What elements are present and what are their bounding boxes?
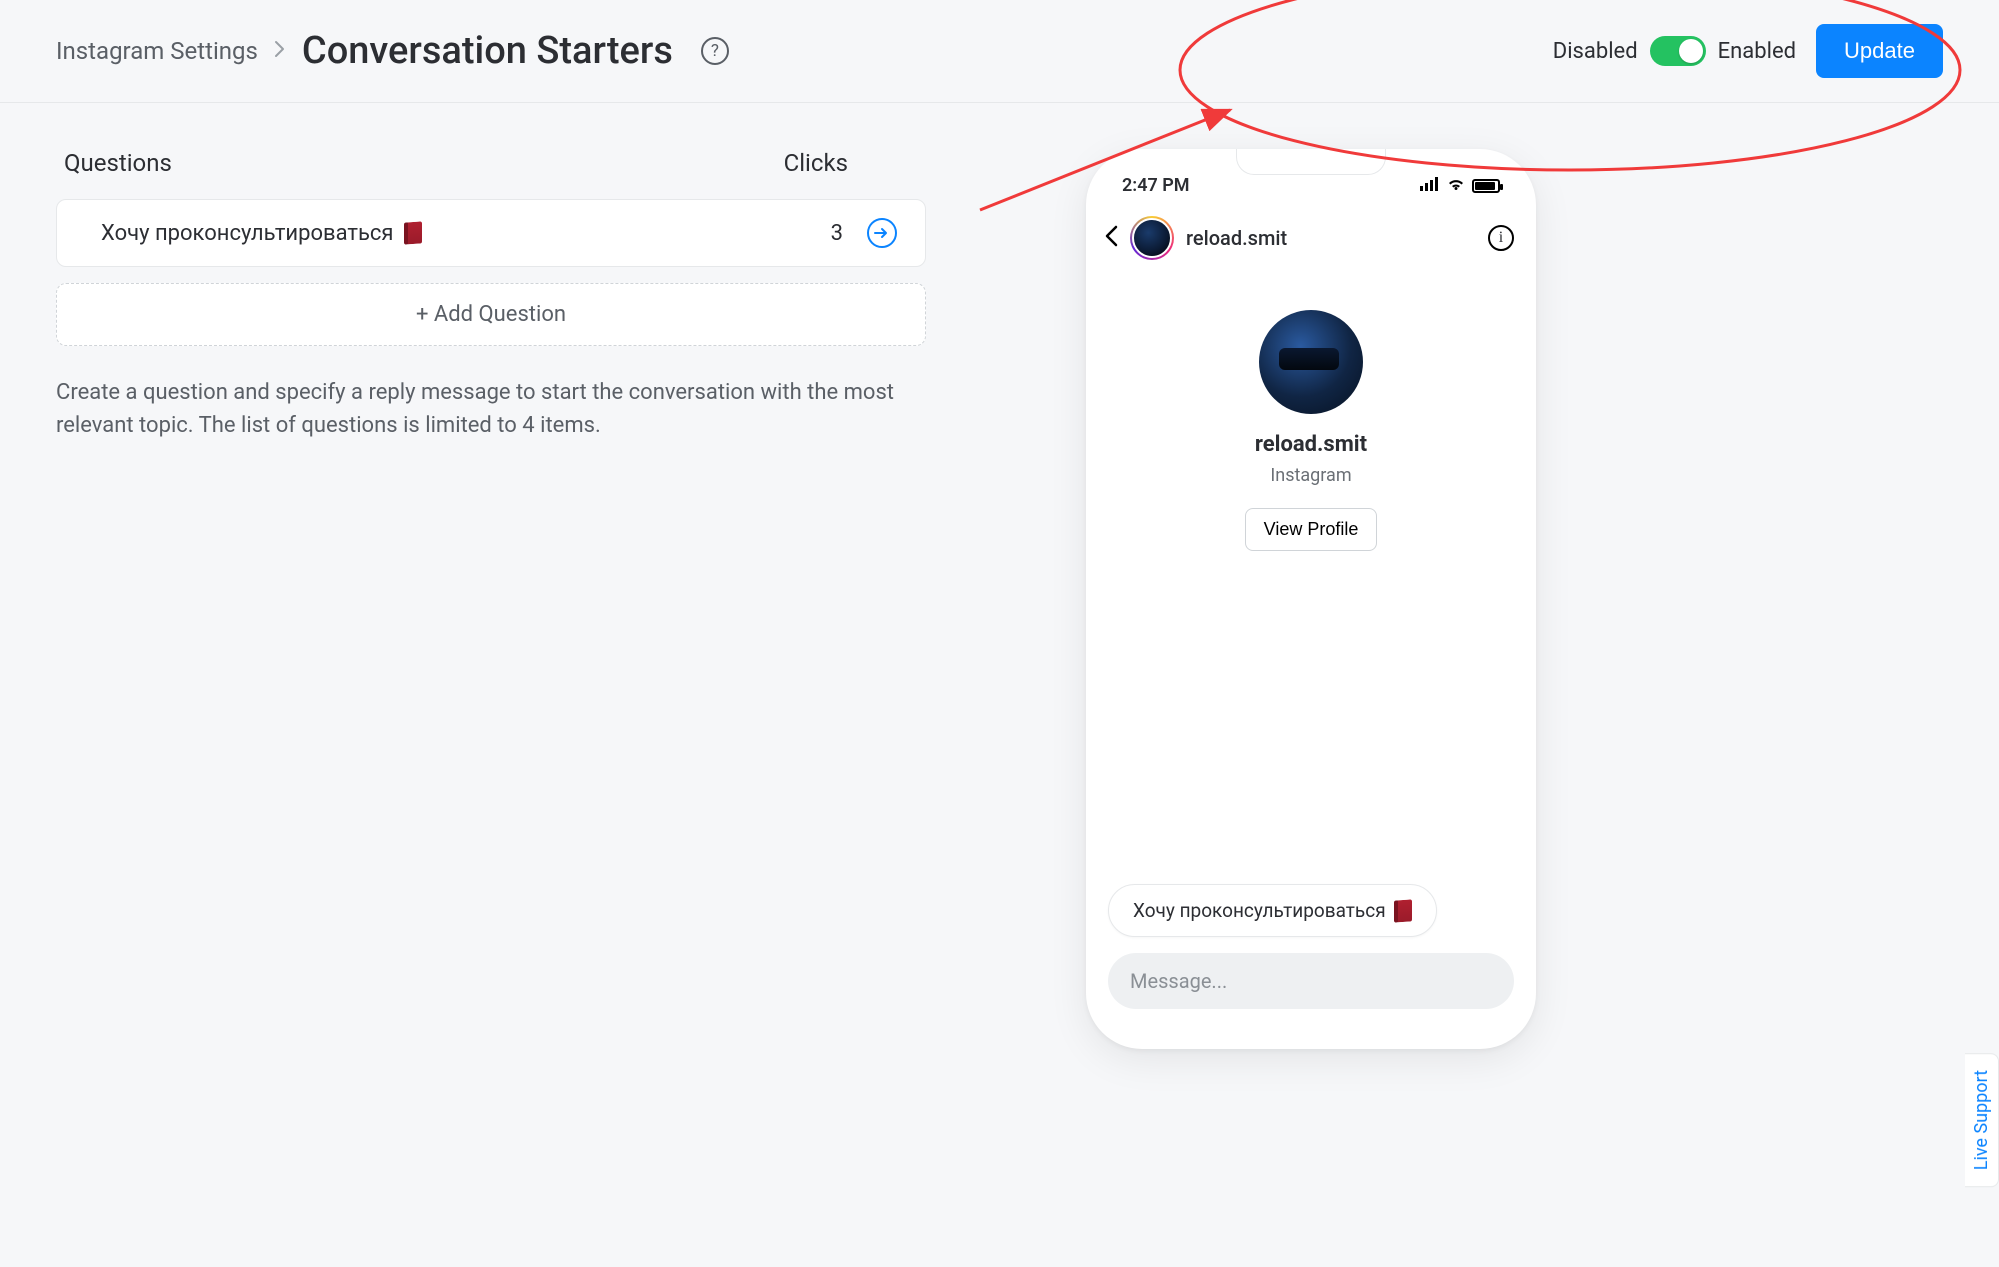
phone-status-icons <box>1420 175 1500 196</box>
toggle-knob <box>1679 39 1703 63</box>
help-text: Create a question and specify a reply me… <box>56 376 916 442</box>
avatar <box>1132 218 1172 258</box>
add-question-button[interactable]: + Add Question <box>56 283 926 346</box>
chat-username[interactable]: reload.smit <box>1186 226 1476 250</box>
clicks-value: 3 <box>823 221 843 246</box>
book-icon <box>404 221 422 244</box>
breadcrumb-parent[interactable]: Instagram Settings <box>56 37 258 65</box>
header-actions: Disabled Enabled Update <box>1553 24 1943 78</box>
phone-mock: 2:47 PM reload.smit i <box>1086 149 1536 1049</box>
help-icon[interactable]: ? <box>701 37 729 65</box>
table-row[interactable]: Хочу проконсультироваться 3 <box>56 199 926 267</box>
live-support-tab[interactable]: Live Support <box>1965 1053 1999 1187</box>
toggle-disabled-label: Disabled <box>1553 39 1638 64</box>
question-label: Хочу проконсультироваться <box>101 221 394 246</box>
view-profile-button[interactable]: View Profile <box>1245 508 1378 551</box>
phone-time: 2:47 PM <box>1122 175 1190 196</box>
wifi-icon <box>1446 175 1466 196</box>
avatar-story-ring[interactable] <box>1130 216 1174 260</box>
chevron-right-icon <box>274 40 286 62</box>
book-icon <box>1394 899 1412 922</box>
table-header: Questions Clicks <box>56 149 926 177</box>
back-icon[interactable] <box>1104 225 1118 252</box>
page-title: Conversation Starters <box>302 29 673 73</box>
chat-header: reload.smit i <box>1086 202 1536 274</box>
profile-subtitle: Instagram <box>1270 465 1351 486</box>
chat-bottom: Хочу проконсультироваться Message... <box>1086 884 1536 1025</box>
breadcrumb: Instagram Settings Conversation Starters… <box>56 29 729 73</box>
profile-block: reload.smit Instagram View Profile <box>1086 310 1536 551</box>
col-clicks-label: Clicks <box>784 149 848 177</box>
col-questions-label: Questions <box>64 149 172 177</box>
reply-icon[interactable] <box>867 218 897 248</box>
profile-avatar[interactable] <box>1259 310 1363 414</box>
battery-icon <box>1472 179 1500 193</box>
page-header: Instagram Settings Conversation Starters… <box>0 0 1999 103</box>
main-content: Questions Clicks Хочу проконсультировать… <box>0 103 1999 1049</box>
message-input[interactable]: Message... <box>1108 953 1514 1009</box>
update-button[interactable]: Update <box>1816 24 1943 78</box>
signal-icon <box>1420 175 1440 196</box>
profile-name: reload.smit <box>1255 432 1367 457</box>
question-text: Хочу проконсультироваться <box>101 221 823 246</box>
info-icon[interactable]: i <box>1488 225 1514 251</box>
preview-panel: 2:47 PM reload.smit i <box>1086 149 1943 1049</box>
enabled-toggle-group: Disabled Enabled <box>1553 36 1796 66</box>
conversation-starter-chip[interactable]: Хочу проконсультироваться <box>1108 884 1437 937</box>
toggle-enabled-label: Enabled <box>1718 39 1796 64</box>
enabled-toggle[interactable] <box>1650 36 1706 66</box>
questions-panel: Questions Clicks Хочу проконсультировать… <box>56 149 926 442</box>
phone-notch <box>1236 149 1386 175</box>
starter-chip-label: Хочу проконсультироваться <box>1133 899 1386 922</box>
